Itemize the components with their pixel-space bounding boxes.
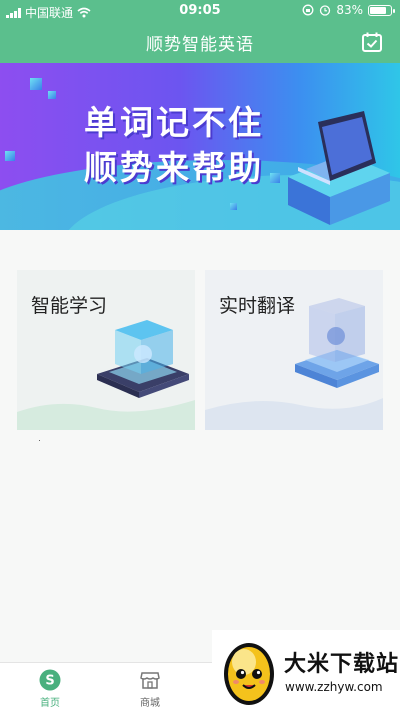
battery-fill	[370, 6, 386, 14]
decor-cube	[5, 151, 15, 161]
lock-rotation-icon	[302, 4, 314, 16]
realtime-translate-illustration	[205, 298, 383, 430]
mascot-logo	[224, 643, 274, 705]
top-bar: 中国联通 09:05 83% 顺势智能英语	[0, 0, 400, 63]
stray-dot	[39, 440, 40, 441]
banner-slogan-line1: 单词记不住	[84, 103, 264, 142]
smart-learning-card[interactable]: 智能学习	[17, 270, 195, 430]
alarm-icon	[320, 5, 331, 16]
status-bar: 中国联通 09:05 83%	[0, 0, 400, 22]
decor-cube	[30, 78, 42, 90]
watermark: 大米下载站 www.zzhyw.com	[212, 630, 400, 710]
battery-percent: 83%	[336, 3, 363, 17]
tab-shop[interactable]: 商城	[120, 669, 180, 709]
decor-cube	[230, 203, 237, 210]
decor-cube	[48, 91, 56, 99]
page-title: 顺势智能英语	[146, 35, 254, 55]
shop-icon	[140, 672, 160, 689]
promo-banner[interactable]: 单词记不住 顺势来帮助	[0, 63, 400, 230]
watermark-url: www.zzhyw.com	[285, 680, 383, 694]
tab-home-label: 首页	[40, 698, 60, 709]
laptop-illustration	[288, 111, 390, 225]
tab-shop-label: 商城	[140, 698, 160, 709]
battery-icon	[368, 4, 395, 16]
status-right: 83%	[302, 3, 395, 17]
banner-slogan-line2: 顺势来帮助	[84, 148, 264, 187]
svg-text:S: S	[45, 674, 54, 689]
calendar-check-icon[interactable]	[361, 31, 383, 53]
home-s-icon: S	[39, 669, 61, 691]
watermark-name: 大米下载站	[284, 652, 400, 677]
realtime-translate-card[interactable]: 实时翻译	[205, 270, 383, 430]
tab-home[interactable]: S 首页	[20, 669, 80, 709]
smart-learning-illustration	[17, 320, 195, 430]
